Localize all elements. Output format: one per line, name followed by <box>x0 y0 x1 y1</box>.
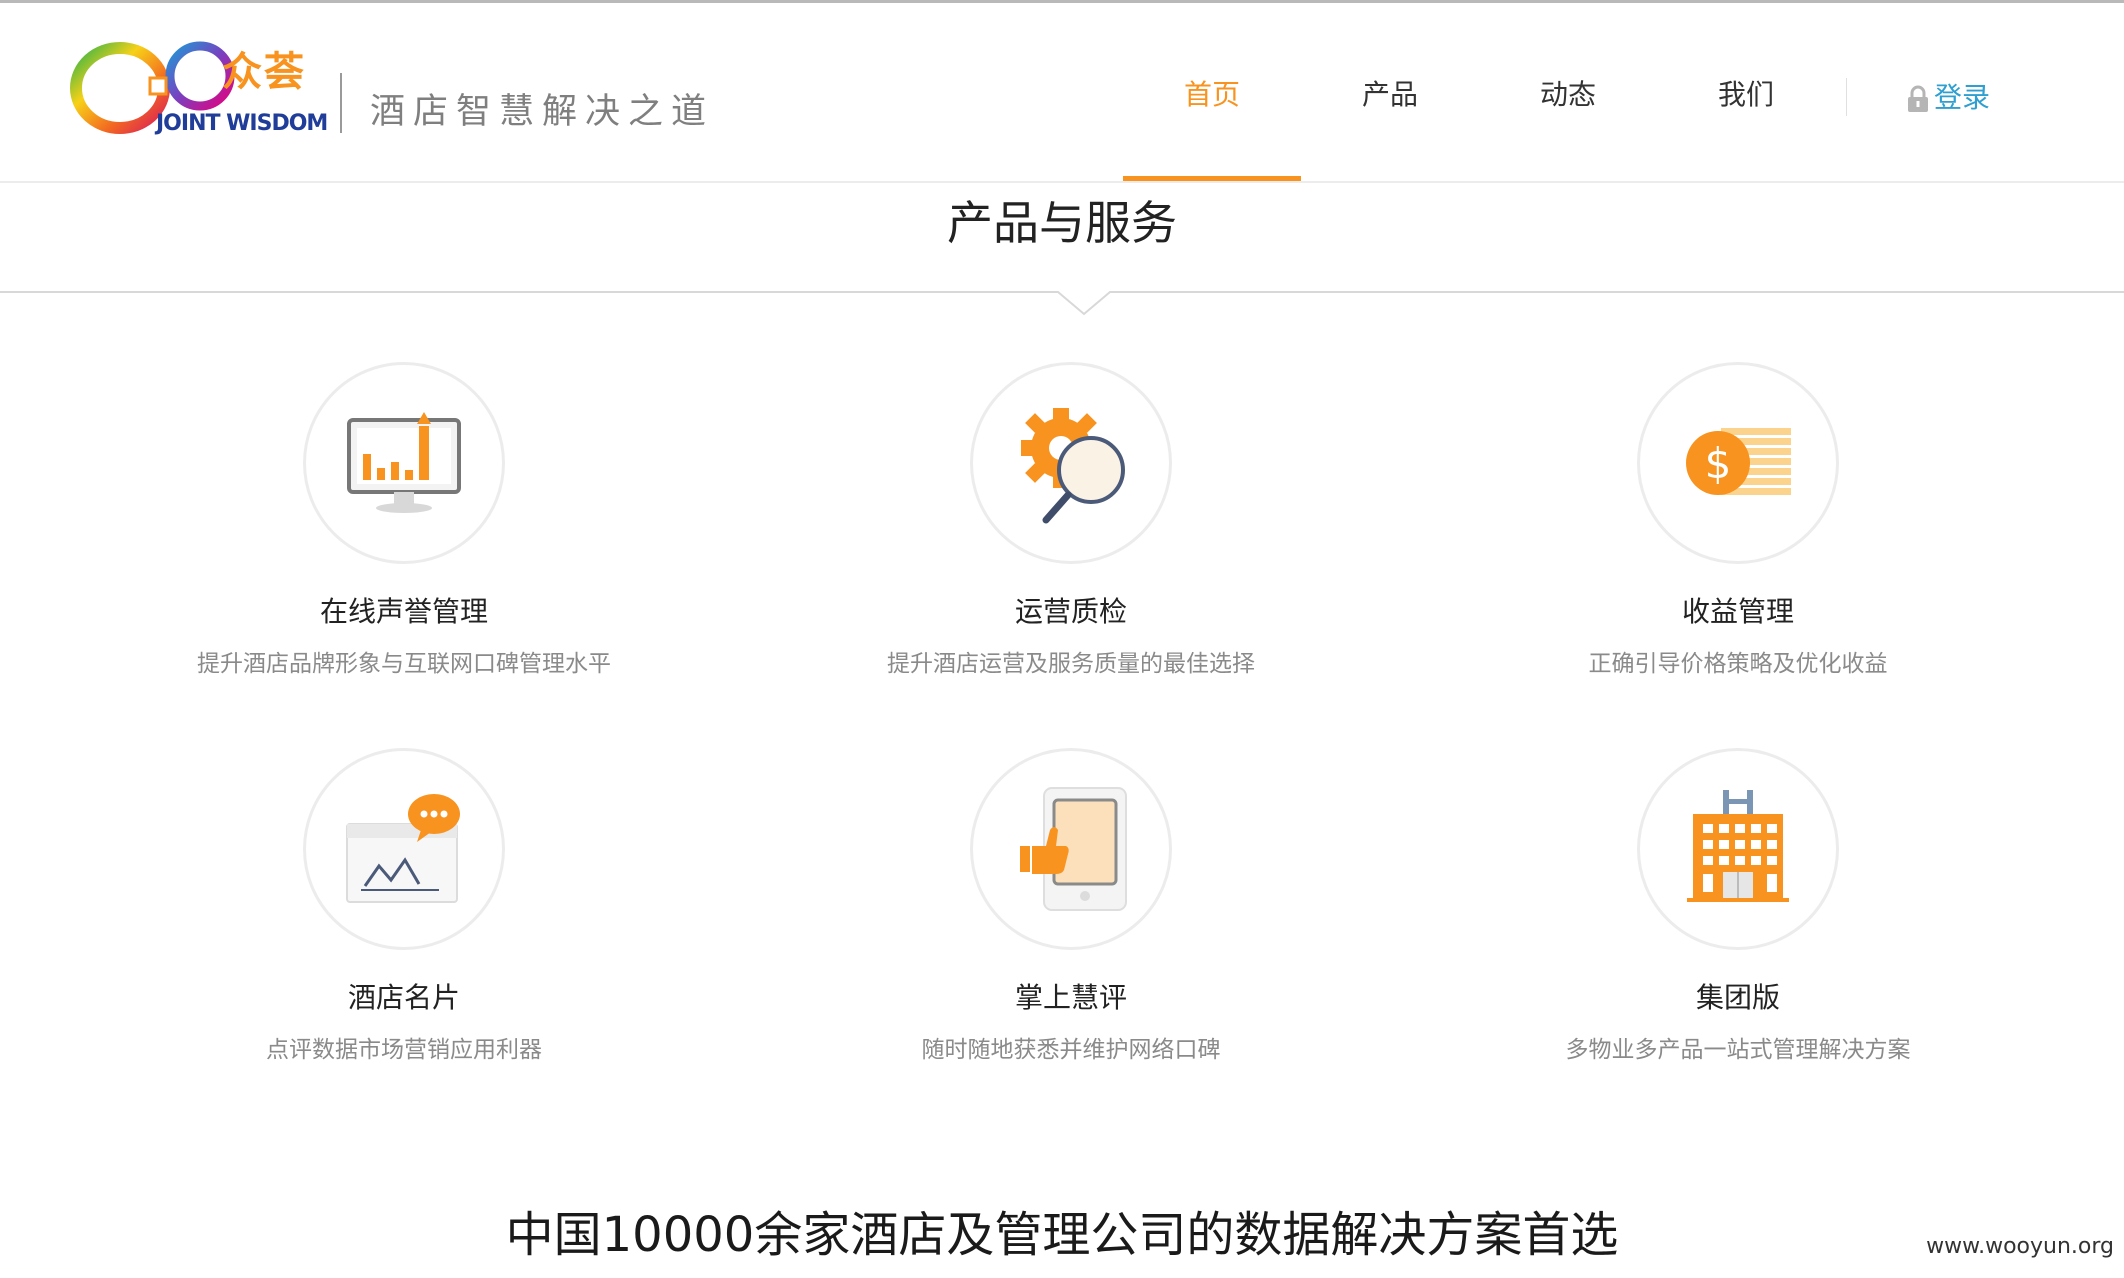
product-desc: 随时随地获悉并维护网络口碑 <box>921 1037 1221 1063</box>
product-desc: 点评数据市场营销应用利器 <box>266 1037 542 1063</box>
product-title: 运营质检 <box>1014 595 1127 628</box>
nav-item-about[interactable]: 我们 <box>1657 73 1835 113</box>
product-icon-circle[interactable]: $ <box>1637 362 1839 564</box>
product-title: 掌上慧评 <box>1014 981 1127 1014</box>
product-card-group[interactable]: 集团版 多物业多产品一站式管理解决方案 <box>1438 748 2038 1064</box>
product-card-mobile[interactable]: 掌上慧评 随时随地获悉并维护网络口碑 <box>771 748 1371 1064</box>
product-desc: 提升酒店品牌形象与互联网口碑管理水平 <box>197 651 611 677</box>
logo-divider <box>340 73 342 133</box>
section-title: 产品与服务 <box>947 196 1177 250</box>
product-icon-circle[interactable] <box>970 362 1172 564</box>
site-header: 众荟 JOINT WISDOM 酒店智慧解决之道 首页 产品 动态 我们 登录 <box>0 3 2124 183</box>
nav-separator <box>1846 78 1847 116</box>
product-card-reputation[interactable]: 在线声誉管理 提升酒店品牌形象与互联网口碑管理水平 <box>104 362 704 678</box>
chat-chart-icon <box>346 794 460 903</box>
product-title: 收益管理 <box>1681 595 1794 628</box>
nav-item-products[interactable]: 产品 <box>1301 73 1479 113</box>
lock-icon <box>1908 85 1928 112</box>
logo-en-text: JOINT WISDOM <box>156 111 328 136</box>
headline: 中国10000余家酒店及管理公司的数据解决方案首选 <box>505 1207 1619 1263</box>
product-desc: 多物业多产品一站式管理解决方案 <box>1565 1037 1911 1063</box>
monitor-chart-icon <box>347 412 461 513</box>
product-icon-circle[interactable] <box>970 748 1172 950</box>
logo-cn-text: 众荟 <box>222 49 306 95</box>
product-card-namecard[interactable]: 酒店名片 点评数据市场营销应用利器 <box>104 748 704 1064</box>
product-icon-circle[interactable] <box>303 748 505 950</box>
watermark: www.wooyun.org <box>1926 1234 2114 1259</box>
product-icon-circle[interactable] <box>1637 748 1839 950</box>
dollar-coin-icon: $ <box>1686 428 1791 495</box>
product-card-quality[interactable]: 运营质检 提升酒店运营及服务质量的最佳选择 <box>771 362 1371 678</box>
nav-item-news[interactable]: 动态 <box>1479 73 1657 113</box>
section-divider <box>0 291 2124 316</box>
mobile-thumbs-up-icon <box>1020 787 1127 911</box>
nav-item-home[interactable]: 首页 <box>1123 73 1301 113</box>
nav-active-underline <box>1123 176 1301 181</box>
product-desc: 正确引导价格策略及优化收益 <box>1588 651 1888 677</box>
product-icon-circle[interactable] <box>303 362 505 564</box>
product-desc: 提升酒店运营及服务质量的最佳选择 <box>887 651 1255 677</box>
hotel-building-icon <box>1687 790 1789 902</box>
product-title: 酒店名片 <box>347 981 460 1014</box>
login-link[interactable]: 登录 <box>1906 76 1990 116</box>
product-title: 集团版 <box>1695 981 1780 1014</box>
login-label: 登录 <box>1934 81 1991 114</box>
svg-text:$: $ <box>1705 439 1732 488</box>
slogan: 酒店智慧解决之道 <box>370 92 715 132</box>
product-card-revenue[interactable]: $ 收益管理 正确引导价格策略及优化收益 <box>1438 362 2038 678</box>
product-title: 在线声誉管理 <box>319 595 488 628</box>
gear-magnifier-icon <box>1021 408 1125 524</box>
